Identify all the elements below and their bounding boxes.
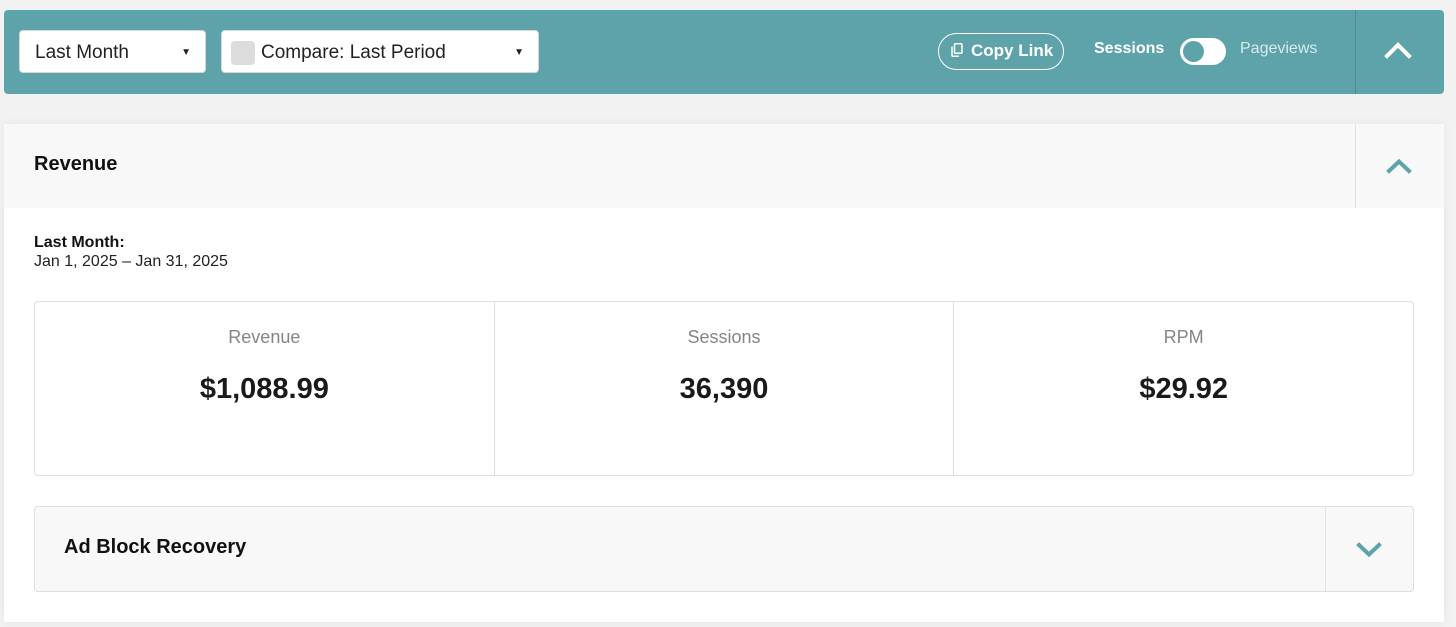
panel-header-divider bbox=[1355, 124, 1356, 208]
compare-checkbox[interactable] bbox=[231, 41, 255, 65]
toolbar-divider bbox=[1355, 10, 1356, 94]
compare-select-value: Compare: Last Period bbox=[261, 42, 446, 63]
period-title: Last Month: bbox=[34, 234, 125, 251]
metrics-summary: Revenue $1,088.99 Sessions 36,390 RPM $2… bbox=[34, 301, 1414, 476]
metric-card-revenue: Revenue $1,088.99 bbox=[35, 302, 494, 475]
metric-value: $29.92 bbox=[1139, 373, 1229, 405]
metric-label: Revenue bbox=[228, 327, 301, 347]
metric-label: RPM bbox=[1163, 327, 1204, 347]
toggle-knob bbox=[1183, 41, 1204, 62]
period-select-value: Last Month bbox=[35, 42, 129, 63]
metric-value: 36,390 bbox=[679, 373, 769, 405]
period-select[interactable]: Last Month ▼ bbox=[19, 30, 206, 73]
toolbar-collapse-button[interactable] bbox=[1384, 41, 1412, 64]
metric-label: Sessions bbox=[687, 327, 761, 347]
chevron-down-icon bbox=[1356, 542, 1382, 558]
copy-link-label: Copy Link bbox=[971, 41, 1054, 60]
chevron-up-icon bbox=[1384, 42, 1412, 59]
period-date-range: Jan 1, 2025 – Jan 31, 2025 bbox=[34, 253, 228, 270]
compare-select[interactable]: Compare: Last Period ▼ bbox=[221, 30, 539, 73]
revenue-panel-title: Revenue bbox=[34, 153, 118, 175]
metric-card-sessions: Sessions 36,390 bbox=[493, 302, 954, 475]
subpanel-divider bbox=[1325, 507, 1326, 591]
ad-block-recovery-panel[interactable]: Ad Block Recovery bbox=[34, 506, 1414, 592]
metric-value: $1,088.99 bbox=[199, 373, 329, 405]
toggle-pageviews-label[interactable]: Pageviews bbox=[1240, 40, 1317, 58]
metric-card-rpm: RPM $29.92 bbox=[953, 302, 1413, 475]
revenue-panel: Revenue Last Month: Jan 1, 2025 – Jan 31… bbox=[4, 124, 1444, 622]
filter-toolbar: Last Month ▼ Compare: Last Period ▼ Copy… bbox=[4, 10, 1444, 94]
revenue-collapse-button[interactable] bbox=[1386, 158, 1412, 179]
ad-block-expand-button[interactable] bbox=[1356, 542, 1382, 563]
sessions-pageviews-toggle[interactable] bbox=[1180, 38, 1226, 65]
revenue-panel-header[interactable]: Revenue bbox=[4, 124, 1444, 208]
caret-down-icon: ▼ bbox=[514, 47, 524, 58]
copy-icon bbox=[951, 43, 963, 57]
ad-block-recovery-title: Ad Block Recovery bbox=[64, 536, 247, 558]
copy-link-button[interactable]: Copy Link bbox=[938, 33, 1064, 70]
chevron-up-icon bbox=[1386, 158, 1412, 174]
caret-down-icon: ▼ bbox=[181, 47, 191, 58]
toggle-sessions-label[interactable]: Sessions bbox=[1094, 40, 1164, 58]
